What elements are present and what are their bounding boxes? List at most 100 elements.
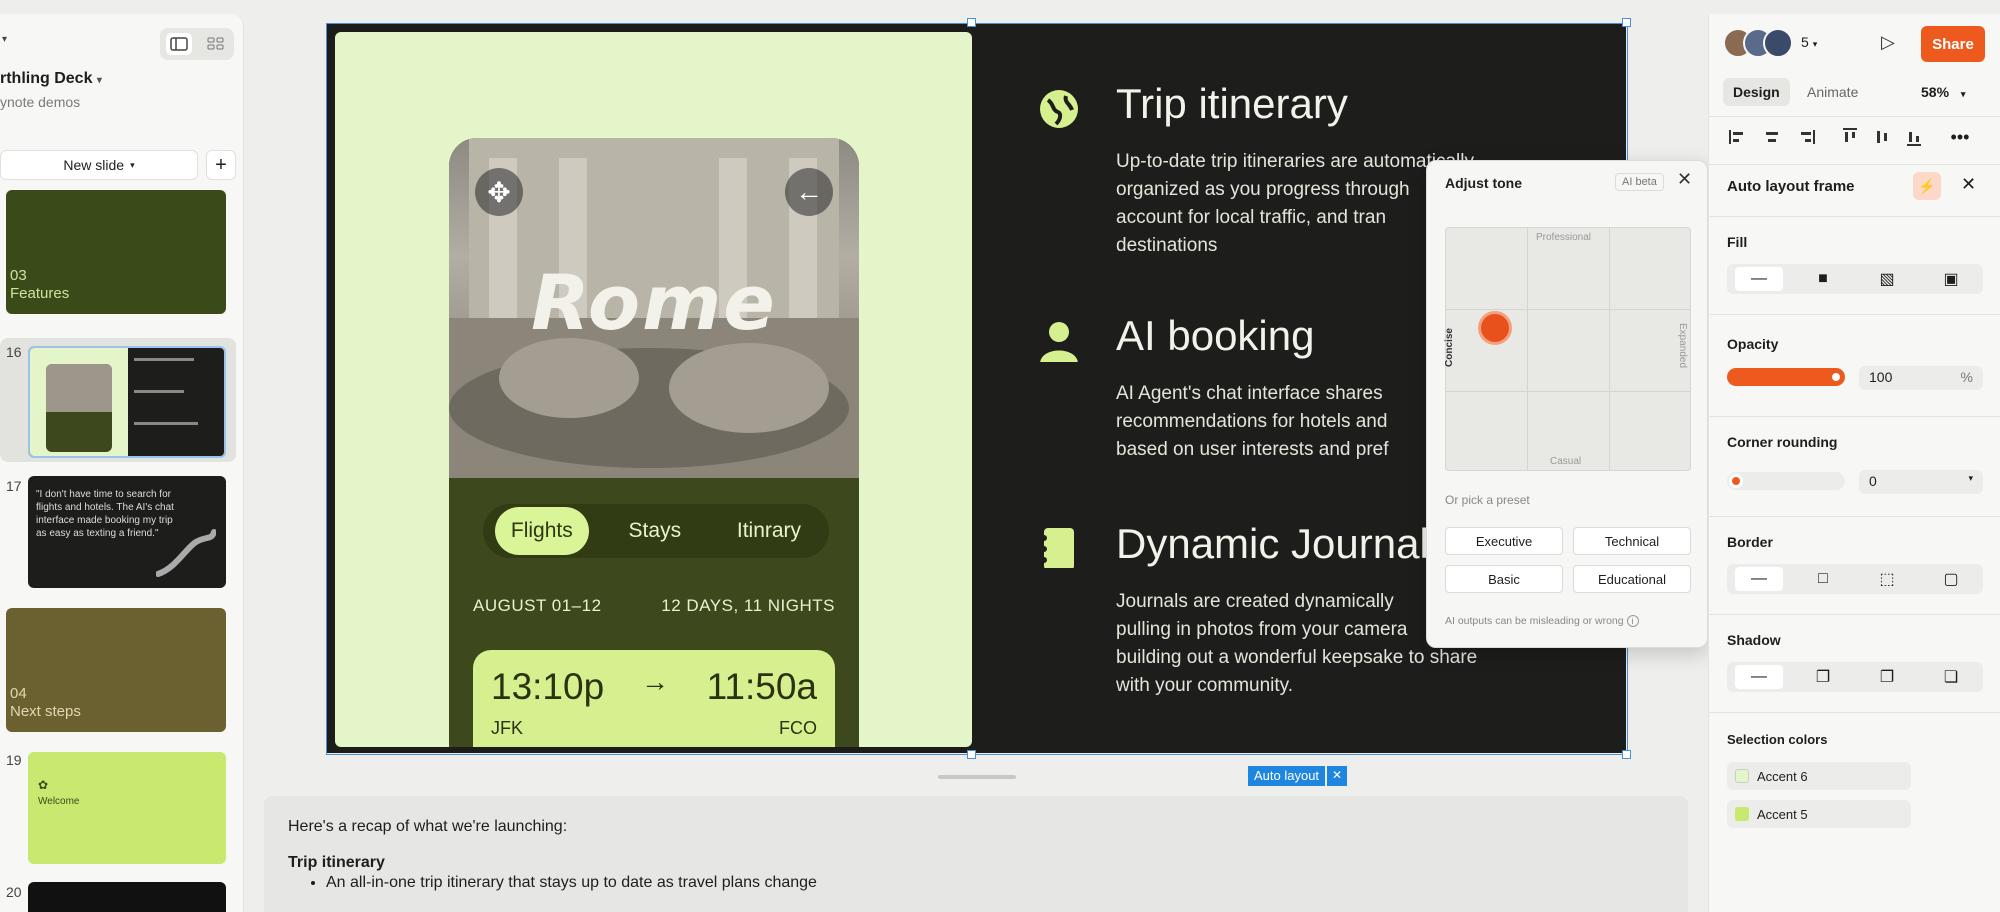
shadow-small-icon[interactable]: ❐ xyxy=(1799,665,1847,689)
resize-handle[interactable] xyxy=(1622,18,1631,27)
move-icon[interactable]: ✥ xyxy=(475,168,523,216)
fill-image-icon[interactable]: ▣ xyxy=(1927,267,1975,291)
avatar[interactable] xyxy=(1763,28,1793,58)
opacity-slider-thumb[interactable] xyxy=(1829,370,1843,384)
close-icon[interactable]: ✕ xyxy=(1677,169,1692,190)
play-icon[interactable]: ▷ xyxy=(1881,32,1895,53)
chevron-down-icon: ▾ xyxy=(1968,473,1973,483)
arrive-airport: FCO xyxy=(779,718,817,738)
align-center-icon[interactable] xyxy=(1761,126,1783,148)
city-title: Rome xyxy=(531,258,777,347)
shadow-type-selector: — ❐ ❐ ❏ xyxy=(1727,662,1983,692)
new-slide-label: New slide xyxy=(63,157,125,173)
rome-photo: ✥ ← Rome xyxy=(449,138,859,478)
align-top-icon[interactable] xyxy=(1839,126,1861,148)
resize-handle[interactable] xyxy=(967,750,976,759)
corner-rounding-slider[interactable] xyxy=(1727,472,1845,490)
border-type-selector: — □ ⬚ ▢ xyxy=(1727,564,1983,594)
opacity-input[interactable]: 100% xyxy=(1859,366,1983,390)
align-middle-icon[interactable] xyxy=(1871,126,1893,148)
slide-thumbnail-19[interactable]: ✿ Welcome xyxy=(28,752,226,864)
auto-layout-icon[interactable]: ⚡ xyxy=(1913,172,1941,200)
ai-disclaimer-text: AI outputs can be misleading or wrong xyxy=(1445,615,1624,627)
journal-icon xyxy=(1041,528,1074,568)
popup-title: Adjust tone xyxy=(1445,175,1522,191)
section-number: 04 xyxy=(10,685,27,702)
tab-design[interactable]: Design xyxy=(1723,78,1790,106)
tone-handle[interactable] xyxy=(1478,311,1512,345)
preset-basic[interactable]: Basic xyxy=(1445,565,1563,593)
slide-thumbnail-section-next-steps[interactable]: 04 Next steps xyxy=(6,608,226,732)
border-none-icon[interactable]: — xyxy=(1735,567,1783,591)
axis-label-top: Professional xyxy=(1536,232,1592,243)
fill-solid-icon[interactable]: ■ xyxy=(1799,267,1847,291)
zoom-level[interactable]: 58% ▾ xyxy=(1921,84,1965,100)
view-toggle xyxy=(160,28,234,60)
add-slide-button[interactable]: + xyxy=(206,150,236,180)
shadow-medium-icon[interactable]: ❐ xyxy=(1863,665,1911,689)
flight-card[interactable]: 13:10p → 11:50a JFK FCO xyxy=(473,650,835,747)
resize-handle[interactable] xyxy=(967,18,976,27)
preset-educational[interactable]: Educational xyxy=(1573,565,1691,593)
auto-layout-chip[interactable]: Auto layout ✕ xyxy=(1248,766,1348,786)
trip-length: 12 DAYS, 11 NIGHTS xyxy=(661,596,835,615)
border-solid-icon[interactable]: □ xyxy=(1799,567,1847,591)
fill-type-selector: — ■ ▧ ▣ xyxy=(1727,264,1983,294)
chevron-down-icon[interactable]: ▾ xyxy=(2,34,7,45)
axis-label-bottom: Casual xyxy=(1550,456,1582,467)
speaker-notes[interactable]: Here's a recap of what we're launching: … xyxy=(264,796,1688,912)
preset-executive[interactable]: Executive xyxy=(1445,527,1563,555)
align-bottom-icon[interactable] xyxy=(1903,126,1925,148)
tab-animate[interactable]: Animate xyxy=(1797,78,1868,106)
tab-itinerary[interactable]: Itinrary xyxy=(721,507,817,555)
opacity-unit: % xyxy=(1960,369,1973,385)
fill-gradient-icon[interactable]: ▧ xyxy=(1863,267,1911,291)
corner-slider-thumb[interactable] xyxy=(1729,474,1743,488)
deck-title[interactable]: rthling Deck ▾ xyxy=(0,70,102,88)
tab-stays[interactable]: Stays xyxy=(613,507,698,555)
shadow-none-icon[interactable]: — xyxy=(1735,665,1783,689)
color-swatch-accent-6[interactable]: Accent 6 xyxy=(1727,762,1911,790)
close-icon[interactable]: ✕ xyxy=(1961,174,1976,195)
info-icon[interactable]: i xyxy=(1626,615,1639,627)
section-label: Features xyxy=(10,285,70,302)
corner-value: 0 xyxy=(1869,473,1877,489)
border-custom-icon[interactable]: ▢ xyxy=(1927,567,1975,591)
new-slide-button[interactable]: New slide ▾ xyxy=(0,150,198,180)
resize-handle[interactable] xyxy=(1622,750,1631,759)
slide-thumbnail-20[interactable] xyxy=(28,882,226,912)
align-left-icon[interactable] xyxy=(1727,126,1749,148)
phone-mockup[interactable]: ✥ ← Rome Flights Stays Itinrary AUGUST 0… xyxy=(449,138,859,747)
ai-beta-badge: AI beta xyxy=(1615,173,1664,191)
preset-technical[interactable]: Technical xyxy=(1573,527,1691,555)
border-dashed-icon[interactable]: ⬚ xyxy=(1863,567,1911,591)
swatch xyxy=(1735,807,1749,821)
opacity-slider[interactable] xyxy=(1727,368,1845,386)
opacity-label: Opacity xyxy=(1727,336,1779,352)
grid-view-icon[interactable] xyxy=(203,33,229,55)
tab-flights[interactable]: Flights xyxy=(494,507,589,555)
align-right-icon[interactable] xyxy=(1795,126,1817,148)
notes-resize-handle[interactable] xyxy=(938,775,1016,779)
more-icon[interactable]: ••• xyxy=(1949,126,1971,148)
slide-number: 19 xyxy=(6,752,22,768)
tone-grid[interactable]: Professional Casual Concise Expanded xyxy=(1444,227,1691,471)
person-icon xyxy=(1040,322,1078,362)
shadow-large-icon[interactable]: ❏ xyxy=(1927,665,1975,689)
phone-background: ✥ ← Rome Flights Stays Itinrary AUGUST 0… xyxy=(335,32,972,747)
slide-thumbnail-section-features[interactable]: 03 Features xyxy=(6,190,226,314)
single-view-icon[interactable] xyxy=(165,33,192,55)
feature-title: AI booking xyxy=(1116,312,1315,359)
slide-thumbnail-16[interactable] xyxy=(28,346,226,458)
share-button[interactable]: Share xyxy=(1921,26,1985,62)
back-arrow-icon[interactable]: ← xyxy=(785,168,833,216)
slide-number: 20 xyxy=(6,884,22,900)
properties-panel: 5 ▾ ▷ Share Design Animate 58% ▾ ••• Aut… xyxy=(1708,14,2000,912)
collaborator-count[interactable]: 5 ▾ xyxy=(1801,34,1817,50)
fill-none-icon[interactable]: — xyxy=(1735,267,1783,291)
color-swatch-accent-5[interactable]: Accent 5 xyxy=(1727,800,1911,828)
corner-rounding-input[interactable]: 0 ▾ xyxy=(1859,470,1983,494)
slide-left-column: ✥ ← Rome Flights Stays Itinrary AUGUST 0… xyxy=(327,24,972,753)
slide-thumbnail-17[interactable]: "I don't have time to search for flights… xyxy=(28,476,226,588)
close-icon[interactable]: ✕ xyxy=(1327,766,1348,786)
